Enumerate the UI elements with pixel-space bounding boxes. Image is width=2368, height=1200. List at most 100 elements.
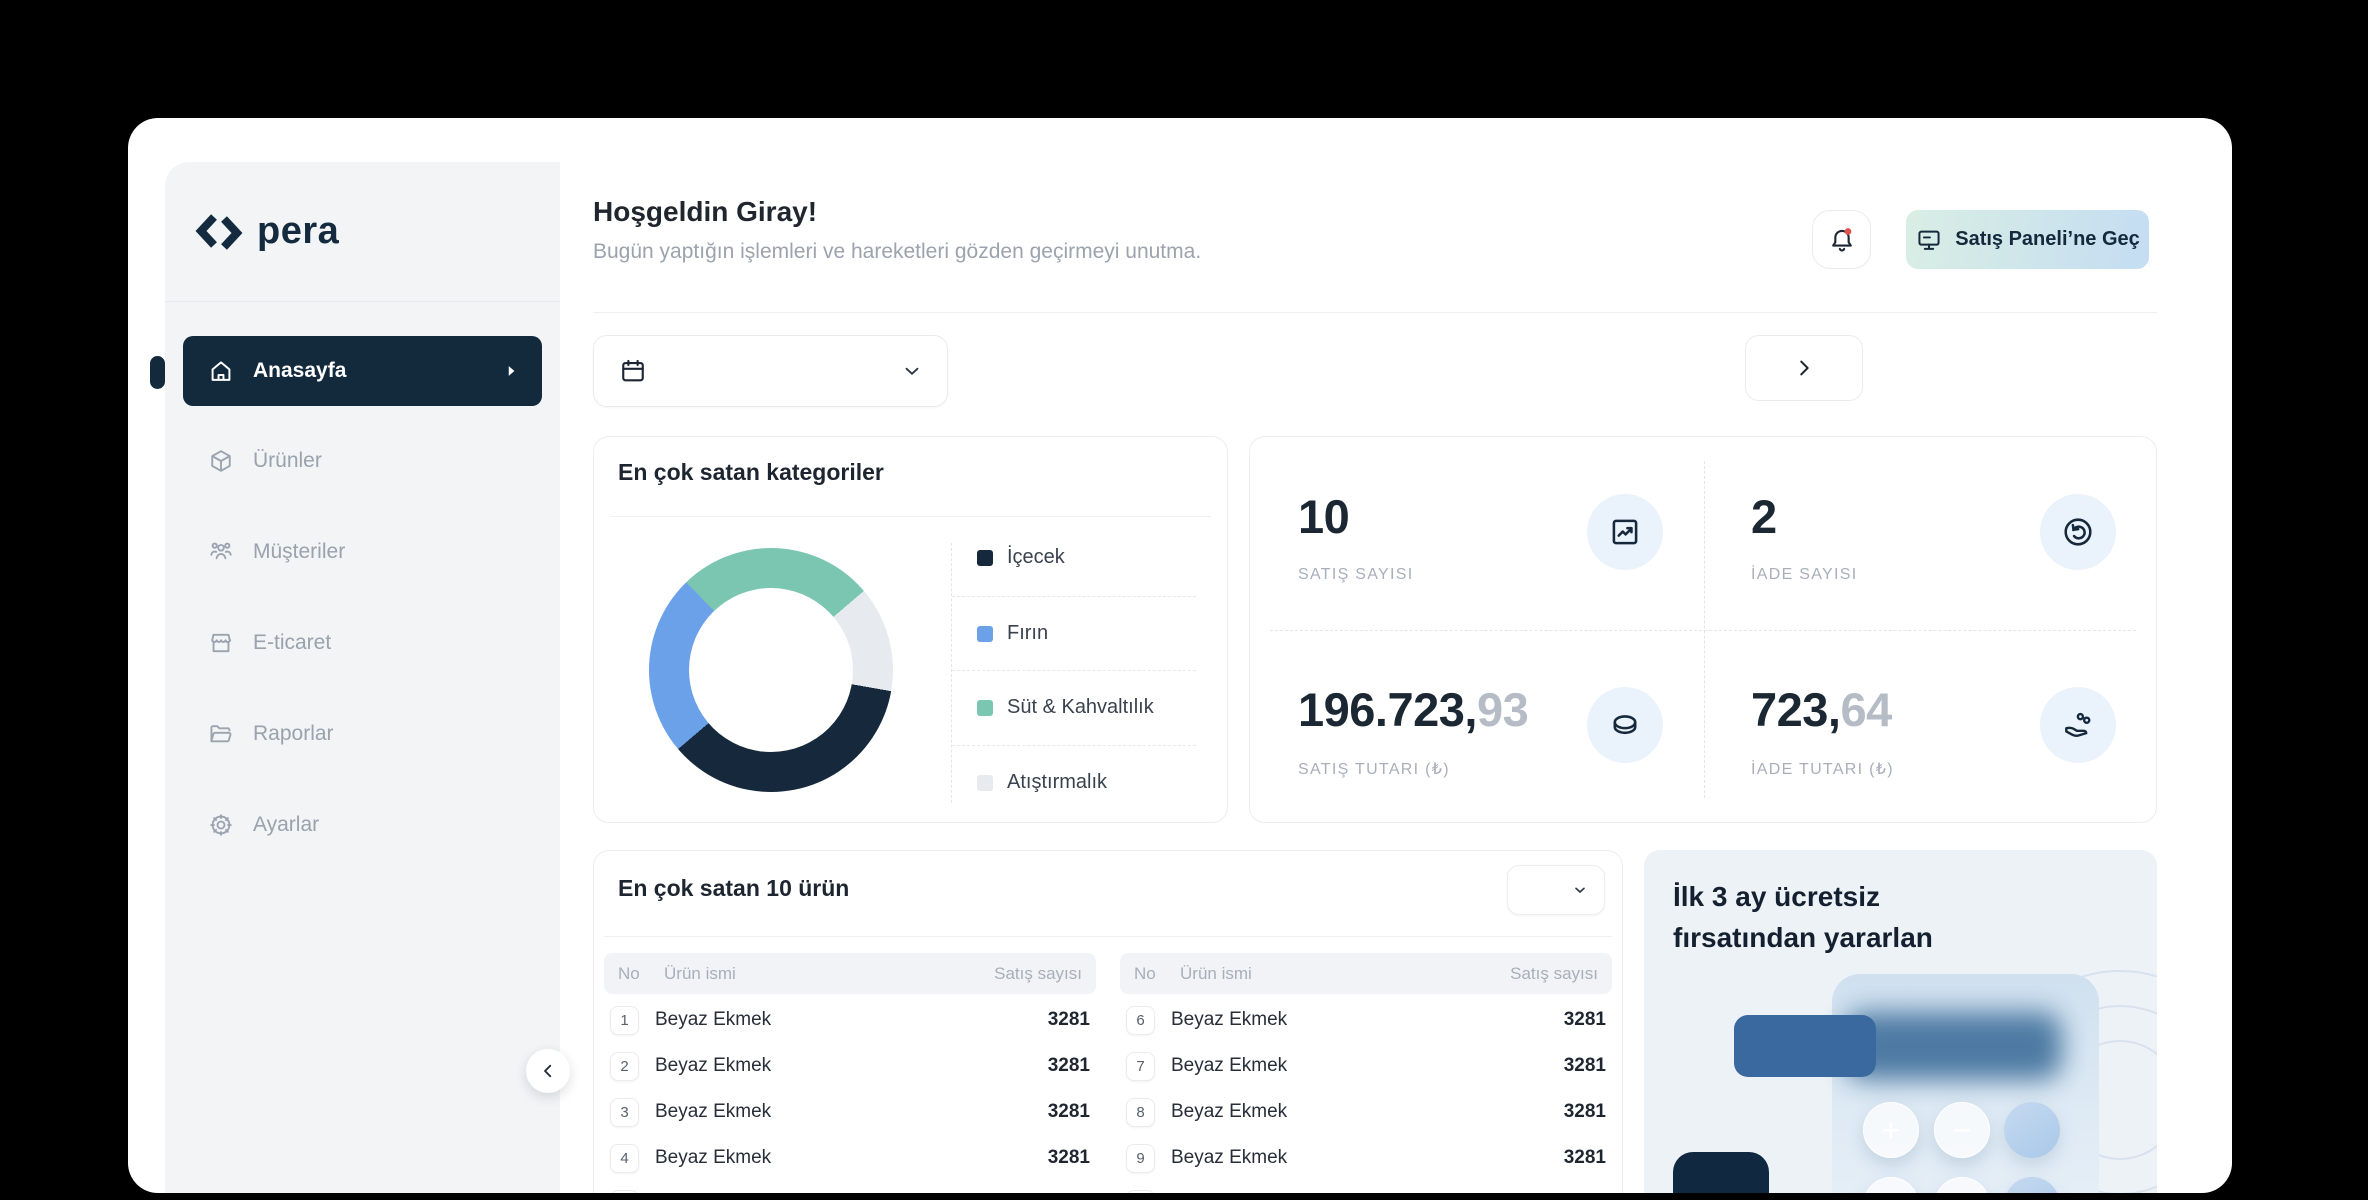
calendar-icon	[618, 356, 648, 386]
storefront-icon	[207, 629, 235, 657]
rank-badge: 10	[1126, 1190, 1155, 1194]
sidebar-item-label: Müşteriler	[253, 540, 345, 564]
sidebar-item-label: Raporlar	[253, 722, 334, 746]
legend-divider	[952, 670, 1196, 671]
sidebar-item-anasayfa[interactable]: Anasayfa	[183, 336, 542, 406]
stat-return-amount: 723,64 İADE TUTARI (₺)	[1703, 630, 2156, 823]
logo: pera	[165, 162, 560, 302]
caret-right-icon	[502, 362, 520, 380]
table-row: 9Beyaz Ekmek3281	[1120, 1138, 1612, 1178]
promo-bar-blur	[1844, 1012, 2062, 1080]
sidebar-item-musteriler[interactable]: Müşteriler	[183, 527, 542, 577]
customers-icon	[207, 538, 235, 566]
sales-trend-icon	[1587, 494, 1663, 570]
table-header: No Ürün ismi Satış sayısı	[604, 953, 1096, 994]
table-row: 2Beyaz Ekmek3281	[604, 1046, 1096, 1086]
stat-sales-amount: 196.723,93 SATIŞ TUTARI (₺)	[1250, 630, 1703, 823]
stats-card: 10 SATIŞ SAYISI 2	[1249, 436, 2157, 823]
legend-separator	[951, 543, 952, 803]
legend-item: Atıştırmalık	[977, 771, 1107, 794]
app-window: pera Anasayfa	[128, 118, 2232, 1193]
home-icon	[207, 357, 235, 385]
notifications-button[interactable]	[1812, 210, 1871, 269]
page-title: Hoşgeldin Giray!	[593, 196, 817, 228]
card-title: En çok satan kategoriler	[618, 459, 884, 486]
legend-item: Süt & Kahvaltılık	[977, 696, 1154, 719]
legend-item: Fırın	[977, 622, 1048, 645]
main-content: Hoşgeldin Giray! Bugün yaptığın işlemler…	[560, 162, 2195, 1193]
sidebar-item-eticaret[interactable]: E-ticaret	[183, 618, 542, 668]
legend-item: İçecek	[977, 546, 1065, 569]
folder-icon	[207, 720, 235, 748]
card-title: En çok satan 10 ürün	[618, 875, 849, 902]
chevron-down-icon	[1572, 882, 1588, 898]
cta-label: Satış Paneli’ne Geç	[1955, 228, 2140, 251]
promo-card[interactable]: + − İlk 3 ay ücretsiz fırsatından yararl…	[1644, 850, 2157, 1193]
sidebar-item-label: Ürünler	[253, 449, 322, 473]
pera-logo-icon	[193, 210, 245, 254]
sidebar: pera Anasayfa	[165, 162, 560, 1193]
switch-to-sales-panel-button[interactable]: Satış Paneli’ne Geç	[1906, 210, 2149, 269]
legend-divider	[952, 596, 1196, 597]
sidebar-item-raporlar[interactable]: Raporlar	[183, 709, 542, 759]
legend-swatch	[977, 700, 993, 716]
minus-button-graphic: −	[1934, 1102, 1990, 1158]
table-row: 1Beyaz Ekmek3281	[604, 1000, 1096, 1040]
table-row: 7Beyaz Ekmek3281	[1120, 1046, 1612, 1086]
legend-divider	[952, 745, 1196, 746]
rank-badge: 8	[1126, 1098, 1155, 1127]
promo-device-panel	[1832, 974, 2099, 1193]
pera-logo-text: pera	[257, 210, 339, 253]
date-range-select[interactable]	[593, 335, 948, 407]
sidebar-item-label: Anasayfa	[253, 359, 346, 383]
screenshot-frame: pera Anasayfa	[0, 0, 2368, 1200]
next-period-button[interactable]	[1745, 335, 1863, 401]
products-filter-dropdown[interactable]	[1507, 865, 1605, 915]
promo-bar	[1734, 1015, 1876, 1077]
legend-swatch	[977, 626, 993, 642]
blue-button-graphic	[2004, 1102, 2060, 1158]
chevron-left-icon	[539, 1062, 557, 1080]
rank-badge: 9	[1126, 1144, 1155, 1173]
rank-badge: 1	[610, 1006, 639, 1035]
table-row: 4Beyaz Ekmek3281	[604, 1138, 1096, 1178]
package-icon	[207, 447, 235, 475]
stat-sales-count: 10 SATIŞ SAYISI	[1250, 437, 1703, 630]
legend-swatch	[977, 775, 993, 791]
table-row: 5Beyaz Ekmek3281	[604, 1184, 1096, 1193]
notification-dot	[1844, 228, 1851, 235]
stat-label: SATIŞ TUTARI (₺)	[1298, 759, 1703, 779]
header-divider	[593, 312, 2157, 313]
legend-swatch	[977, 550, 993, 566]
plus-button-graphic: +	[1863, 1102, 1919, 1158]
rank-badge: 5	[610, 1190, 639, 1194]
table-header: No Ürün ismi Satış sayısı	[1120, 953, 1612, 994]
stat-label: İADE TUTARI (₺)	[1751, 759, 2156, 779]
gear-icon	[207, 811, 235, 839]
rank-badge: 7	[1126, 1052, 1155, 1081]
promo-navy-block	[1673, 1152, 1769, 1193]
app-layout: pera Anasayfa	[165, 162, 2195, 1193]
stat-return-count: 2 İADE SAYISI	[1703, 437, 2156, 630]
return-icon	[2040, 494, 2116, 570]
sidebar-item-urunler[interactable]: Ürünler	[183, 436, 542, 486]
rank-badge: 3	[610, 1098, 639, 1127]
sidebar-collapse-button[interactable]	[526, 1049, 570, 1093]
sidebar-item-label: Ayarlar	[253, 813, 319, 837]
donut-hole	[689, 588, 853, 752]
table-row: 3Beyaz Ekmek3281	[604, 1092, 1096, 1132]
top-products-card: En çok satan 10 ürün No Ürün ismi Satış	[593, 850, 1623, 1193]
table-row: 8Beyaz Ekmek3281	[1120, 1092, 1612, 1132]
table-row: 10Beyaz Ekmek3281	[1120, 1184, 1612, 1193]
monitor-icon	[1915, 226, 1943, 254]
chevron-down-icon	[901, 360, 923, 382]
chevron-right-icon	[1793, 357, 1815, 379]
stat-label: İADE SAYISI	[1751, 566, 2156, 584]
products-table-left: No Ürün ismi Satış sayısı 1Beyaz Ekmek32…	[604, 953, 1096, 1193]
rank-badge: 2	[610, 1052, 639, 1081]
sidebar-nav: Anasayfa Ürünler	[165, 336, 560, 850]
bell-icon	[1826, 224, 1858, 256]
rank-badge: 6	[1126, 1006, 1155, 1035]
coin-icon	[1587, 687, 1663, 763]
sidebar-item-ayarlar[interactable]: Ayarlar	[183, 800, 542, 850]
